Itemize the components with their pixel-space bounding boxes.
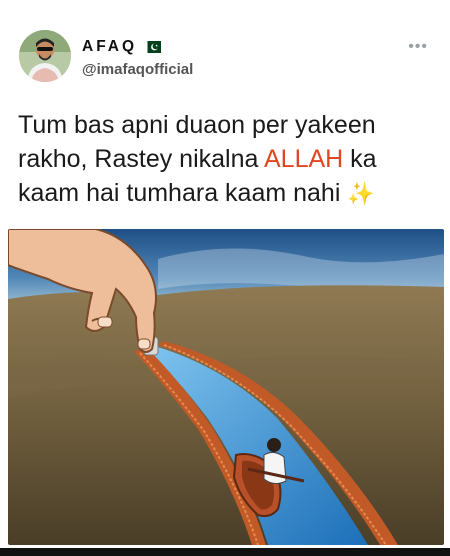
tweet-text-highlight: ALLAH	[263, 145, 344, 173]
sparkles-icon: ✨	[347, 181, 375, 206]
avatar[interactable]	[19, 30, 71, 82]
tweet-media[interactable]	[8, 229, 444, 545]
author-name[interactable]: AFAQ	[82, 38, 137, 56]
more-options-icon[interactable]: •••	[408, 38, 428, 56]
tweet-card: AFAQ @imafaqofficial ••• Tum bas apni du…	[0, 0, 450, 556]
author-name-row[interactable]: AFAQ	[82, 38, 162, 56]
bottom-bar	[0, 548, 450, 556]
tweet-text: Tum bas apni duaon per yakeen rakho, Ras…	[18, 108, 438, 211]
pakistan-flag-icon	[143, 41, 162, 53]
author-handle[interactable]: @imafaqofficial	[82, 61, 193, 78]
hand-unzipping-river-illustration	[8, 229, 444, 545]
avatar-image	[19, 30, 71, 82]
